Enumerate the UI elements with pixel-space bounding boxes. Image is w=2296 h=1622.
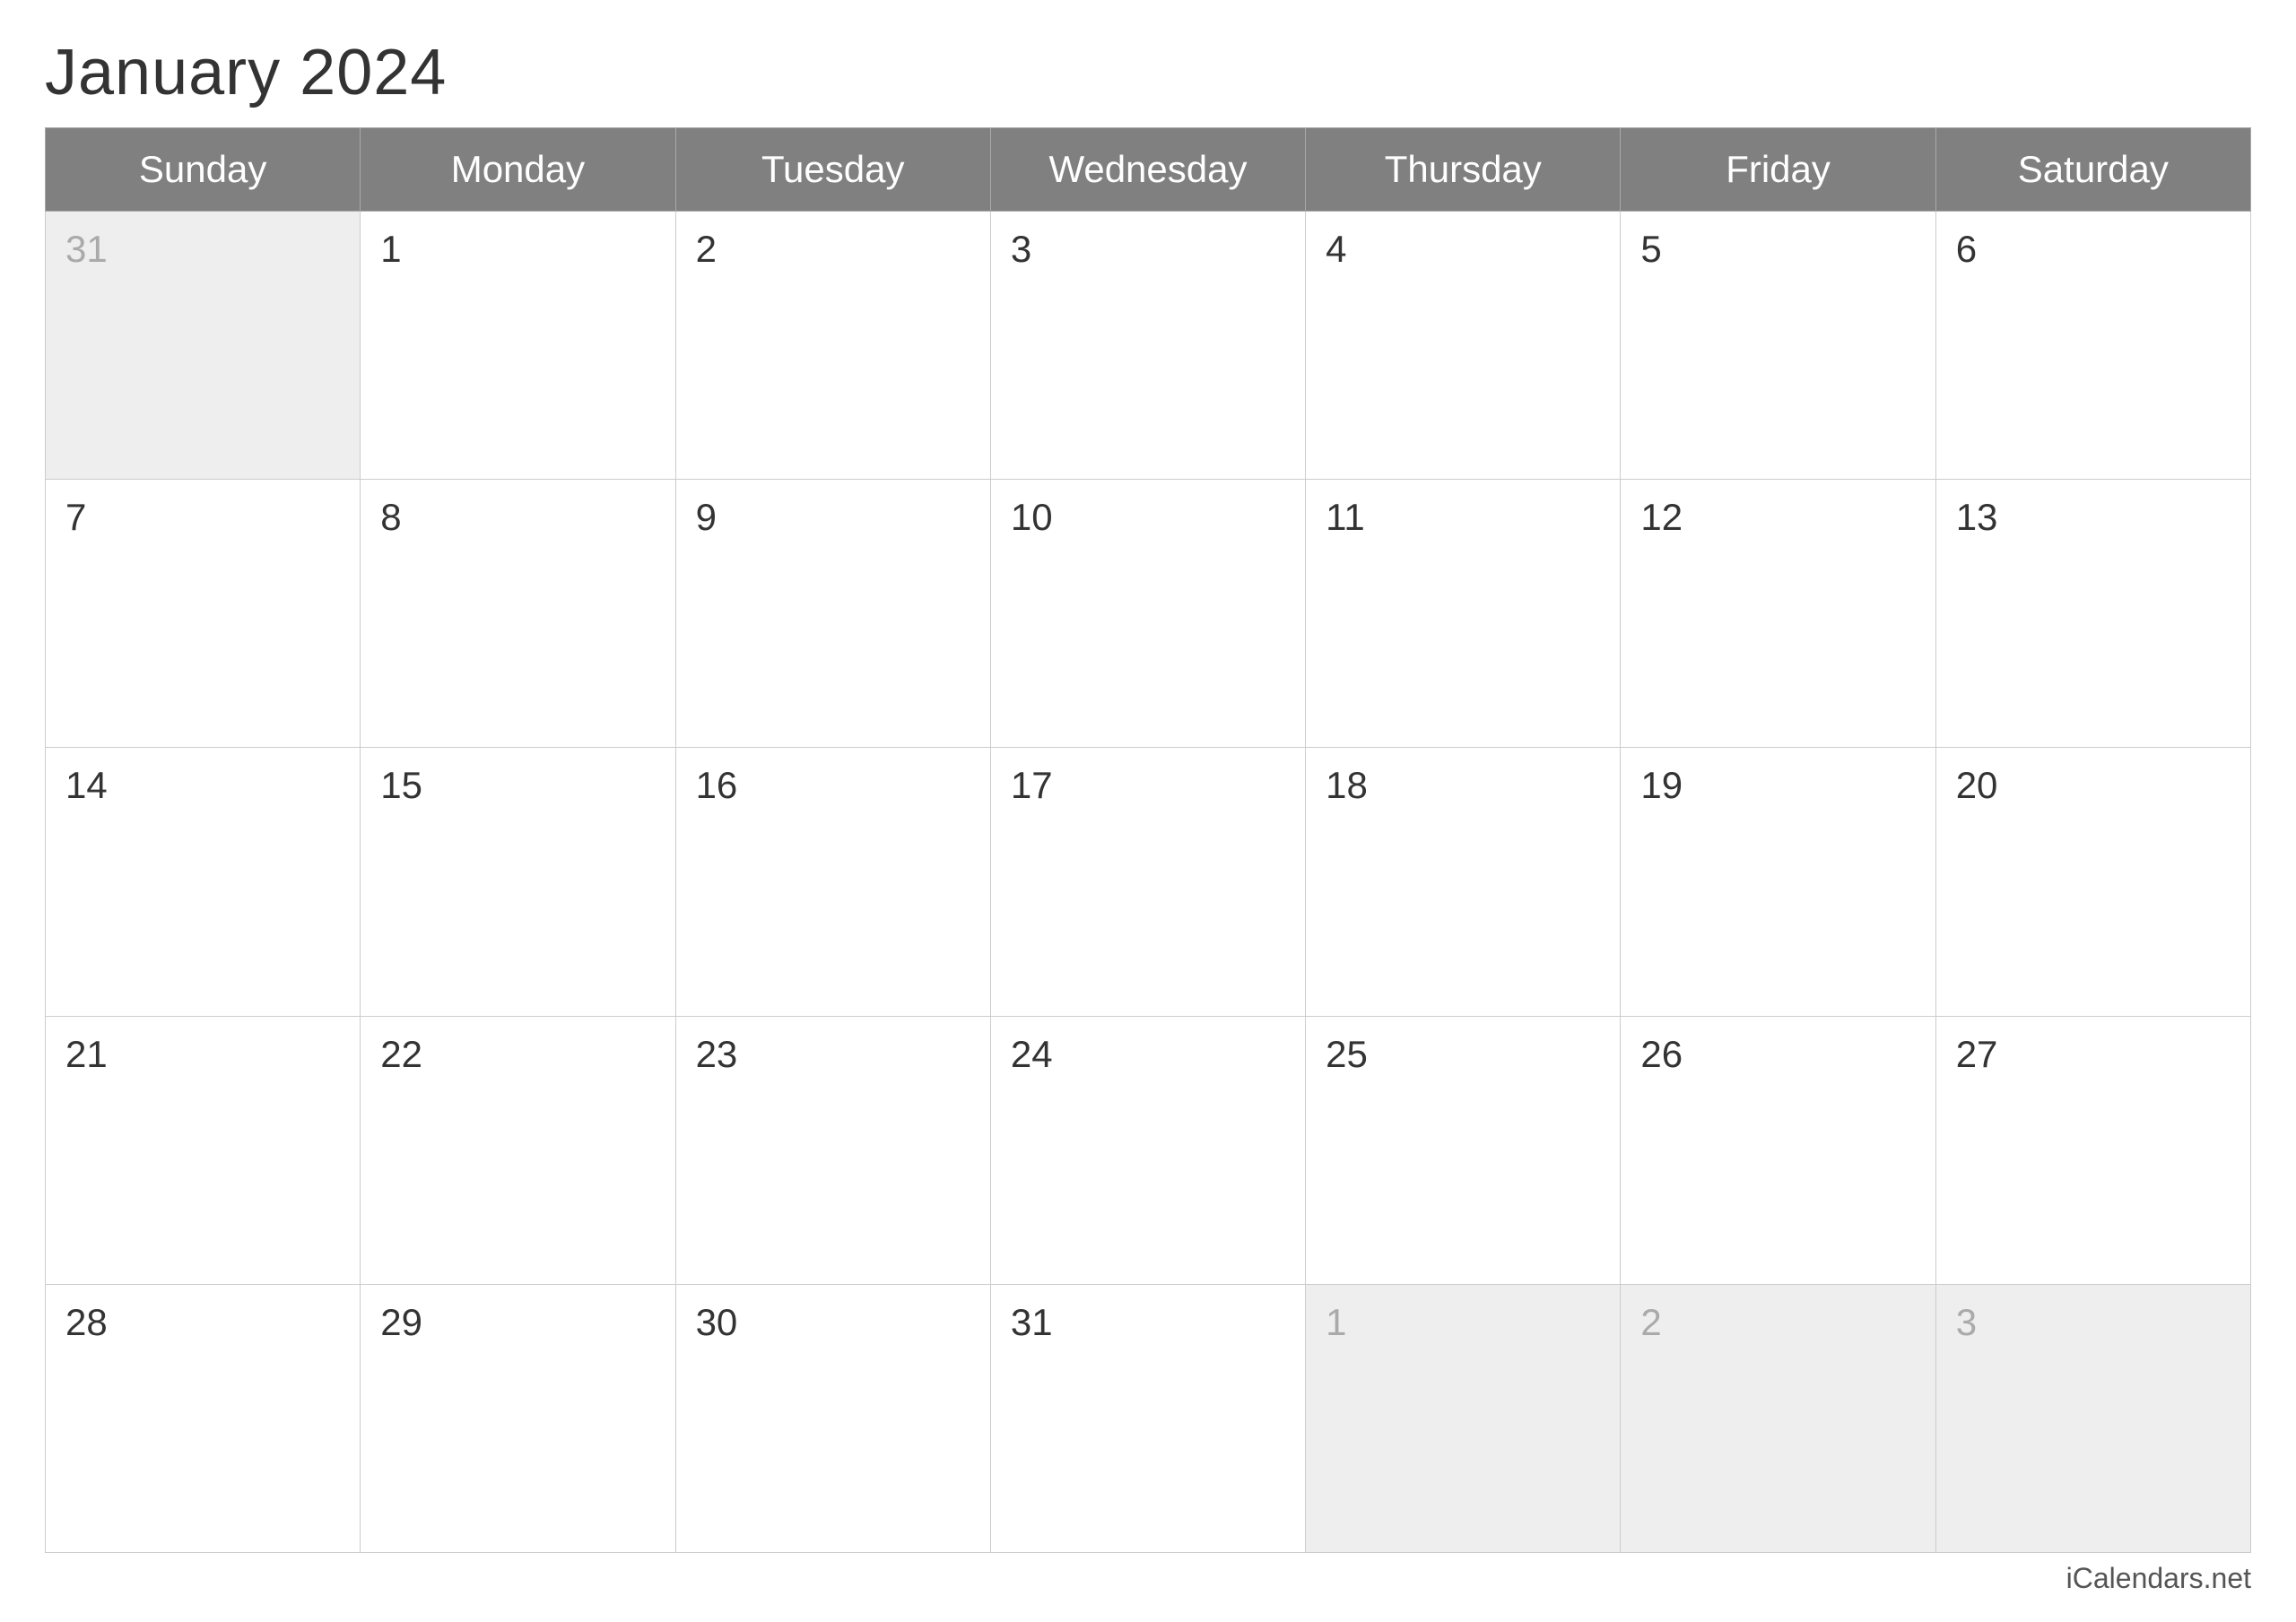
header-day-friday: Friday (1621, 128, 1935, 212)
day-number: 12 (1640, 496, 1915, 539)
calendar-day[interactable]: 18 (1306, 748, 1621, 1016)
day-number: 6 (1956, 228, 2231, 271)
calendar-day[interactable]: 30 (675, 1284, 990, 1552)
calendar-day[interactable]: 3 (990, 212, 1305, 480)
day-number: 9 (696, 496, 970, 539)
day-number: 28 (65, 1301, 340, 1344)
calendar-week-3: 14 15 16 17 18 19 20 (46, 748, 2251, 1016)
day-number: 3 (1011, 228, 1285, 271)
calendar-day[interactable]: 27 (1935, 1016, 2250, 1284)
day-number: 24 (1011, 1033, 1285, 1076)
calendar-day[interactable]: 7 (46, 480, 361, 748)
day-number: 25 (1326, 1033, 1600, 1076)
day-number: 19 (1640, 764, 1915, 807)
calendar-day[interactable]: 31 (46, 212, 361, 480)
calendar-day[interactable]: 14 (46, 748, 361, 1016)
calendar-day[interactable]: 23 (675, 1016, 990, 1284)
day-number: 10 (1011, 496, 1285, 539)
day-number: 23 (696, 1033, 970, 1076)
calendar-day[interactable]: 11 (1306, 480, 1621, 748)
calendar-day[interactable]: 8 (361, 480, 675, 748)
calendar-day[interactable]: 20 (1935, 748, 2250, 1016)
calendar-week-1: 31 123456 (46, 212, 2251, 480)
calendar-table: SundayMondayTuesdayWednesdayThursdayFrid… (45, 127, 2251, 1553)
day-number: 14 (65, 764, 340, 807)
day-number: 31 (65, 228, 340, 271)
day-number: 1 (1326, 1301, 1600, 1344)
calendar-day[interactable]: 19 (1621, 748, 1935, 1016)
calendar-day[interactable]: 28 (46, 1284, 361, 1552)
calendar-day[interactable]: 15 (361, 748, 675, 1016)
calendar-day[interactable]: 22 (361, 1016, 675, 1284)
day-number: 3 (1956, 1301, 2231, 1344)
day-number: 26 (1640, 1033, 1915, 1076)
day-number: 15 (380, 764, 655, 807)
day-number: 18 (1326, 764, 1600, 807)
calendar-day[interactable]: 5 (1621, 212, 1935, 480)
day-number: 21 (65, 1033, 340, 1076)
calendar-day[interactable]: 2 (1621, 1284, 1935, 1552)
day-number: 27 (1956, 1033, 2231, 1076)
header-day-wednesday: Wednesday (990, 128, 1305, 212)
calendar-week-2: 789 10 11 12 13 (46, 480, 2251, 748)
day-number: 11 (1326, 496, 1600, 539)
calendar-day[interactable]: 13 (1935, 480, 2250, 748)
day-number: 30 (696, 1301, 970, 1344)
calendar-week-5: 28 29 30 31 123 (46, 1284, 2251, 1552)
calendar-day[interactable]: 29 (361, 1284, 675, 1552)
day-number: 17 (1011, 764, 1285, 807)
calendar-day[interactable]: 4 (1306, 212, 1621, 480)
day-number: 31 (1011, 1301, 1285, 1344)
day-number: 2 (1640, 1301, 1915, 1344)
calendar-day[interactable]: 25 (1306, 1016, 1621, 1284)
calendar-day[interactable]: 1 (361, 212, 675, 480)
header-day-sunday: Sunday (46, 128, 361, 212)
calendar-day[interactable]: 16 (675, 748, 990, 1016)
header-row: SundayMondayTuesdayWednesdayThursdayFrid… (46, 128, 2251, 212)
day-number: 4 (1326, 228, 1600, 271)
calendar-day[interactable]: 21 (46, 1016, 361, 1284)
calendar-day[interactable]: 1 (1306, 1284, 1621, 1552)
day-number: 16 (696, 764, 970, 807)
day-number: 22 (380, 1033, 655, 1076)
calendar-day[interactable]: 31 (990, 1284, 1305, 1552)
day-number: 1 (380, 228, 655, 271)
calendar-title: January 2024 (45, 36, 2251, 109)
calendar-day[interactable]: 24 (990, 1016, 1305, 1284)
calendar-day[interactable]: 10 (990, 480, 1305, 748)
calendar-day[interactable]: 3 (1935, 1284, 2250, 1552)
day-number: 20 (1956, 764, 2231, 807)
header-day-tuesday: Tuesday (675, 128, 990, 212)
calendar-body: 3112345678910111213141516171819202122232… (46, 212, 2251, 1553)
footer-attribution: iCalendars.net (45, 1562, 2251, 1595)
header-day-saturday: Saturday (1935, 128, 2250, 212)
header-day-thursday: Thursday (1306, 128, 1621, 212)
calendar-header: SundayMondayTuesdayWednesdayThursdayFrid… (46, 128, 2251, 212)
day-number: 29 (380, 1301, 655, 1344)
calendar-day[interactable]: 9 (675, 480, 990, 748)
calendar-day[interactable]: 12 (1621, 480, 1935, 748)
day-number: 13 (1956, 496, 2231, 539)
day-number: 8 (380, 496, 655, 539)
calendar-day[interactable]: 26 (1621, 1016, 1935, 1284)
calendar-day[interactable]: 6 (1935, 212, 2250, 480)
header-day-monday: Monday (361, 128, 675, 212)
day-number: 7 (65, 496, 340, 539)
calendar-day[interactable]: 2 (675, 212, 990, 480)
calendar-week-4: 21 22 23 24 25 26 27 (46, 1016, 2251, 1284)
day-number: 5 (1640, 228, 1915, 271)
day-number: 2 (696, 228, 970, 271)
calendar-day[interactable]: 17 (990, 748, 1305, 1016)
